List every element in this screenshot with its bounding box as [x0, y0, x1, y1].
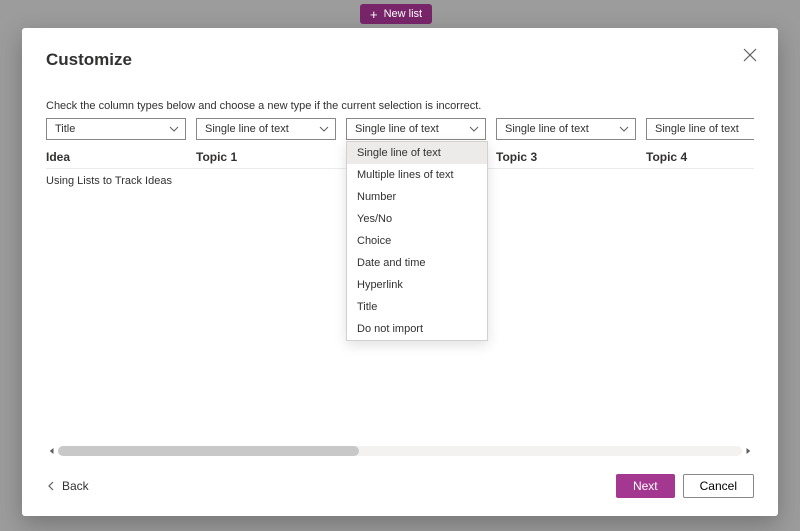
- footer-actions: Next Cancel: [616, 474, 754, 498]
- table-cell: Using Lists to Track Ideas: [46, 175, 186, 187]
- column-type-value: Single line of text: [505, 123, 589, 135]
- column-header: Topic 1: [196, 150, 336, 164]
- customize-dialog: Customize Check the column types below a…: [22, 28, 778, 516]
- scroll-right-arrow-icon[interactable]: [742, 445, 754, 457]
- column-type-select-2[interactable]: Single line of text Single line of text …: [346, 118, 486, 140]
- chevron-left-icon: [46, 481, 56, 491]
- column-type-select-1[interactable]: Single line of text: [196, 118, 336, 140]
- instruction-text: Check the column types below and choose …: [46, 100, 754, 112]
- scroll-left-arrow-icon[interactable]: [46, 445, 58, 457]
- dialog-footer: Back Next Cancel: [46, 474, 754, 498]
- new-list-label: New list: [384, 8, 423, 20]
- dropdown-option-single-line[interactable]: Single line of text: [347, 142, 487, 164]
- column-type-select-0[interactable]: Title: [46, 118, 186, 140]
- close-icon: [743, 48, 757, 62]
- new-list-button[interactable]: + New list: [360, 4, 432, 24]
- chevron-down-icon: [469, 124, 479, 134]
- dialog-title: Customize: [46, 50, 754, 70]
- table-cell: [496, 175, 636, 187]
- column-header: Topic 4: [646, 150, 786, 164]
- close-button[interactable]: [740, 46, 760, 66]
- dropdown-option-multi-line[interactable]: Multiple lines of text: [347, 164, 487, 186]
- back-button[interactable]: Back: [46, 479, 89, 493]
- column-header: Topic 3: [496, 150, 636, 164]
- dropdown-option-choice[interactable]: Choice: [347, 230, 487, 252]
- dropdown-option-date-time[interactable]: Date and time: [347, 252, 487, 274]
- dropdown-option-number[interactable]: Number: [347, 186, 487, 208]
- column-type-value: Title: [55, 123, 75, 135]
- dropdown-option-do-not-import[interactable]: Do not import: [347, 318, 487, 340]
- column-type-value: Single line of text: [205, 123, 289, 135]
- column-type-selectors: Title Single line of text Single line of…: [46, 118, 754, 140]
- chevron-down-icon: [619, 124, 629, 134]
- cancel-button[interactable]: Cancel: [683, 474, 754, 498]
- plus-icon: +: [370, 8, 378, 21]
- next-button[interactable]: Next: [616, 474, 675, 498]
- horizontal-scrollbar[interactable]: [46, 444, 754, 458]
- dropdown-option-title[interactable]: Title: [347, 296, 487, 318]
- table-cell: [196, 175, 336, 187]
- column-type-select-3[interactable]: Single line of text: [496, 118, 636, 140]
- chevron-down-icon: [169, 124, 179, 134]
- dropdown-option-hyperlink[interactable]: Hyperlink: [347, 274, 487, 296]
- column-type-value: Single line of text: [355, 123, 439, 135]
- dropdown-option-yes-no[interactable]: Yes/No: [347, 208, 487, 230]
- chevron-down-icon: [319, 124, 329, 134]
- scrollbar-thumb[interactable]: [58, 446, 359, 456]
- column-header: Idea: [46, 150, 186, 164]
- scrollbar-track[interactable]: [58, 446, 742, 456]
- column-type-select-4[interactable]: Single line of text: [646, 118, 754, 140]
- back-label: Back: [62, 479, 89, 493]
- column-type-dropdown: Single line of text Multiple lines of te…: [346, 141, 488, 341]
- table-cell: [646, 175, 786, 187]
- page-backdrop: + New list Customize Check the column ty…: [0, 0, 800, 531]
- column-type-value: Single line of text: [655, 123, 739, 135]
